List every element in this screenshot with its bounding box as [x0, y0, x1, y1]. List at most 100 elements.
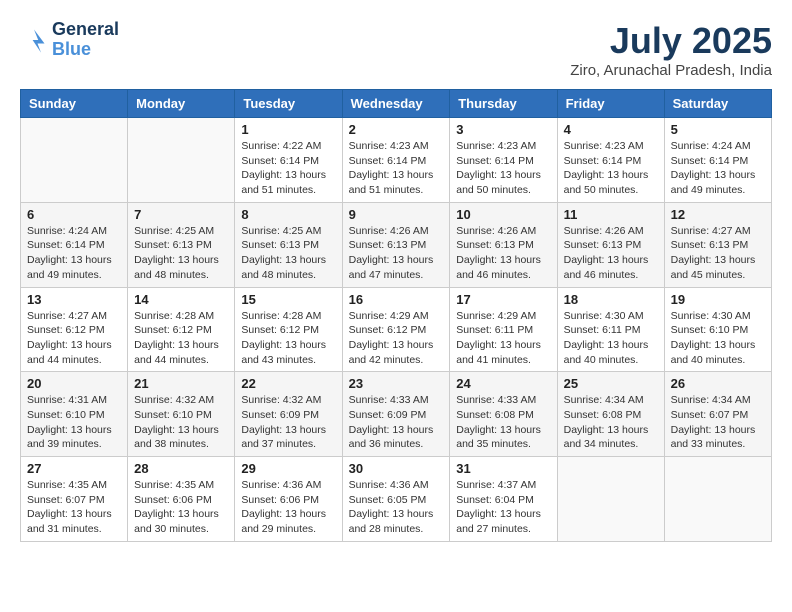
day-info: Sunrise: 4:27 AM Sunset: 6:13 PM Dayligh…: [671, 224, 765, 283]
day-number: 3: [456, 122, 550, 137]
calendar-cell: 12 Sunrise: 4:27 AM Sunset: 6:13 PM Dayl…: [664, 202, 771, 287]
day-info: Sunrise: 4:30 AM Sunset: 6:10 PM Dayligh…: [671, 309, 765, 368]
title-block: July 2025 Ziro, Arunachal Pradesh, India: [570, 20, 772, 79]
day-info: Sunrise: 4:36 AM Sunset: 6:05 PM Dayligh…: [349, 478, 444, 537]
calendar-cell: 14 Sunrise: 4:28 AM Sunset: 6:12 PM Dayl…: [128, 287, 235, 372]
calendar-cell: 3 Sunrise: 4:23 AM Sunset: 6:14 PM Dayli…: [450, 118, 557, 203]
calendar-cell: 18 Sunrise: 4:30 AM Sunset: 6:11 PM Dayl…: [557, 287, 664, 372]
day-number: 21: [134, 376, 228, 391]
calendar-cell: 17 Sunrise: 4:29 AM Sunset: 6:11 PM Dayl…: [450, 287, 557, 372]
day-number: 25: [564, 376, 658, 391]
day-number: 15: [241, 292, 335, 307]
calendar-cell: [21, 118, 128, 203]
calendar-cell: 4 Sunrise: 4:23 AM Sunset: 6:14 PM Dayli…: [557, 118, 664, 203]
day-info: Sunrise: 4:34 AM Sunset: 6:07 PM Dayligh…: [671, 393, 765, 452]
day-number: 12: [671, 207, 765, 222]
day-info: Sunrise: 4:29 AM Sunset: 6:11 PM Dayligh…: [456, 309, 550, 368]
month-title: July 2025: [570, 20, 772, 62]
day-number: 30: [349, 461, 444, 476]
weekday-header-thursday: Thursday: [450, 90, 557, 118]
calendar-cell: 30 Sunrise: 4:36 AM Sunset: 6:05 PM Dayl…: [342, 457, 450, 542]
day-info: Sunrise: 4:33 AM Sunset: 6:09 PM Dayligh…: [349, 393, 444, 452]
weekday-header-sunday: Sunday: [21, 90, 128, 118]
day-info: Sunrise: 4:25 AM Sunset: 6:13 PM Dayligh…: [241, 224, 335, 283]
day-info: Sunrise: 4:26 AM Sunset: 6:13 PM Dayligh…: [456, 224, 550, 283]
calendar-cell: 27 Sunrise: 4:35 AM Sunset: 6:07 PM Dayl…: [21, 457, 128, 542]
calendar-cell: 28 Sunrise: 4:35 AM Sunset: 6:06 PM Dayl…: [128, 457, 235, 542]
day-number: 14: [134, 292, 228, 307]
day-info: Sunrise: 4:25 AM Sunset: 6:13 PM Dayligh…: [134, 224, 228, 283]
day-number: 11: [564, 207, 658, 222]
weekday-header-tuesday: Tuesday: [235, 90, 342, 118]
day-number: 27: [27, 461, 121, 476]
calendar-week-3: 13 Sunrise: 4:27 AM Sunset: 6:12 PM Dayl…: [21, 287, 772, 372]
logo-icon: [20, 26, 48, 54]
day-info: Sunrise: 4:35 AM Sunset: 6:06 PM Dayligh…: [134, 478, 228, 537]
day-number: 1: [241, 122, 335, 137]
day-number: 4: [564, 122, 658, 137]
weekday-header-friday: Friday: [557, 90, 664, 118]
day-number: 19: [671, 292, 765, 307]
day-info: Sunrise: 4:24 AM Sunset: 6:14 PM Dayligh…: [671, 139, 765, 198]
day-number: 26: [671, 376, 765, 391]
day-info: Sunrise: 4:26 AM Sunset: 6:13 PM Dayligh…: [349, 224, 444, 283]
calendar-cell: [664, 457, 771, 542]
day-number: 22: [241, 376, 335, 391]
calendar-cell: 13 Sunrise: 4:27 AM Sunset: 6:12 PM Dayl…: [21, 287, 128, 372]
day-number: 8: [241, 207, 335, 222]
calendar-cell: 25 Sunrise: 4:34 AM Sunset: 6:08 PM Dayl…: [557, 372, 664, 457]
calendar-cell: 21 Sunrise: 4:32 AM Sunset: 6:10 PM Dayl…: [128, 372, 235, 457]
calendar-cell: 26 Sunrise: 4:34 AM Sunset: 6:07 PM Dayl…: [664, 372, 771, 457]
day-info: Sunrise: 4:32 AM Sunset: 6:10 PM Dayligh…: [134, 393, 228, 452]
calendar-cell: 15 Sunrise: 4:28 AM Sunset: 6:12 PM Dayl…: [235, 287, 342, 372]
day-info: Sunrise: 4:34 AM Sunset: 6:08 PM Dayligh…: [564, 393, 658, 452]
day-info: Sunrise: 4:32 AM Sunset: 6:09 PM Dayligh…: [241, 393, 335, 452]
day-number: 16: [349, 292, 444, 307]
day-info: Sunrise: 4:30 AM Sunset: 6:11 PM Dayligh…: [564, 309, 658, 368]
calendar-cell: 10 Sunrise: 4:26 AM Sunset: 6:13 PM Dayl…: [450, 202, 557, 287]
calendar-week-5: 27 Sunrise: 4:35 AM Sunset: 6:07 PM Dayl…: [21, 457, 772, 542]
day-number: 28: [134, 461, 228, 476]
calendar-cell: 9 Sunrise: 4:26 AM Sunset: 6:13 PM Dayli…: [342, 202, 450, 287]
day-number: 17: [456, 292, 550, 307]
calendar-cell: 8 Sunrise: 4:25 AM Sunset: 6:13 PM Dayli…: [235, 202, 342, 287]
day-number: 6: [27, 207, 121, 222]
calendar-cell: 1 Sunrise: 4:22 AM Sunset: 6:14 PM Dayli…: [235, 118, 342, 203]
day-number: 10: [456, 207, 550, 222]
day-info: Sunrise: 4:37 AM Sunset: 6:04 PM Dayligh…: [456, 478, 550, 537]
calendar-header-row: SundayMondayTuesdayWednesdayThursdayFrid…: [21, 90, 772, 118]
logo: General Blue: [20, 20, 119, 60]
day-info: Sunrise: 4:23 AM Sunset: 6:14 PM Dayligh…: [564, 139, 658, 198]
day-info: Sunrise: 4:33 AM Sunset: 6:08 PM Dayligh…: [456, 393, 550, 452]
weekday-header-wednesday: Wednesday: [342, 90, 450, 118]
day-number: 5: [671, 122, 765, 137]
calendar-cell: 7 Sunrise: 4:25 AM Sunset: 6:13 PM Dayli…: [128, 202, 235, 287]
day-number: 9: [349, 207, 444, 222]
calendar-cell: 19 Sunrise: 4:30 AM Sunset: 6:10 PM Dayl…: [664, 287, 771, 372]
calendar-cell: 11 Sunrise: 4:26 AM Sunset: 6:13 PM Dayl…: [557, 202, 664, 287]
day-number: 7: [134, 207, 228, 222]
day-number: 18: [564, 292, 658, 307]
day-info: Sunrise: 4:36 AM Sunset: 6:06 PM Dayligh…: [241, 478, 335, 537]
day-number: 23: [349, 376, 444, 391]
calendar-cell: 2 Sunrise: 4:23 AM Sunset: 6:14 PM Dayli…: [342, 118, 450, 203]
day-info: Sunrise: 4:23 AM Sunset: 6:14 PM Dayligh…: [349, 139, 444, 198]
calendar-cell: 23 Sunrise: 4:33 AM Sunset: 6:09 PM Dayl…: [342, 372, 450, 457]
weekday-header-monday: Monday: [128, 90, 235, 118]
day-info: Sunrise: 4:29 AM Sunset: 6:12 PM Dayligh…: [349, 309, 444, 368]
weekday-header-saturday: Saturday: [664, 90, 771, 118]
day-info: Sunrise: 4:27 AM Sunset: 6:12 PM Dayligh…: [27, 309, 121, 368]
calendar-week-4: 20 Sunrise: 4:31 AM Sunset: 6:10 PM Dayl…: [21, 372, 772, 457]
day-info: Sunrise: 4:23 AM Sunset: 6:14 PM Dayligh…: [456, 139, 550, 198]
day-info: Sunrise: 4:28 AM Sunset: 6:12 PM Dayligh…: [134, 309, 228, 368]
day-info: Sunrise: 4:24 AM Sunset: 6:14 PM Dayligh…: [27, 224, 121, 283]
calendar-cell: [557, 457, 664, 542]
calendar-week-1: 1 Sunrise: 4:22 AM Sunset: 6:14 PM Dayli…: [21, 118, 772, 203]
calendar-cell: 16 Sunrise: 4:29 AM Sunset: 6:12 PM Dayl…: [342, 287, 450, 372]
location: Ziro, Arunachal Pradesh, India: [570, 62, 772, 79]
calendar-cell: 5 Sunrise: 4:24 AM Sunset: 6:14 PM Dayli…: [664, 118, 771, 203]
logo-text: General Blue: [52, 20, 119, 60]
calendar-cell: 31 Sunrise: 4:37 AM Sunset: 6:04 PM Dayl…: [450, 457, 557, 542]
page-header: General Blue July 2025 Ziro, Arunachal P…: [20, 20, 772, 79]
day-number: 2: [349, 122, 444, 137]
